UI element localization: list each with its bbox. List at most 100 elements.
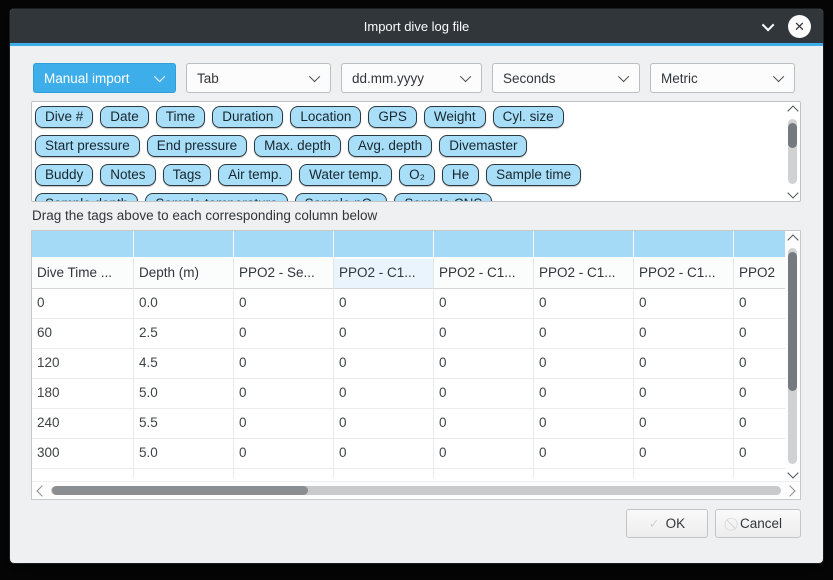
drop-target-cell[interactable]: [334, 231, 434, 259]
tag-sample-depth[interactable]: Sample depth: [35, 193, 138, 202]
tagbox-vertical-scrollbar[interactable]: [785, 102, 800, 201]
table-cell: 0: [434, 379, 534, 409]
table-cell: 0: [234, 439, 334, 469]
drop-target-cell[interactable]: [434, 231, 534, 259]
combo-label: Metric: [661, 71, 698, 86]
drop-target-cell[interactable]: [134, 231, 234, 259]
table-cell: 0: [634, 289, 734, 319]
table-row: 1204.5000000: [32, 349, 785, 379]
table-cell: 0: [32, 289, 134, 319]
table-cell: 0.0: [134, 289, 234, 319]
table-cell: 0: [334, 349, 434, 379]
column-header-2[interactable]: PPO2 - Se...: [234, 259, 334, 289]
drop-target-cell[interactable]: [32, 231, 134, 259]
scroll-left-icon[interactable]: [36, 485, 47, 496]
tag-he[interactable]: He: [442, 164, 479, 186]
drop-target-cell[interactable]: [634, 231, 734, 259]
h-scroll-track[interactable]: [51, 486, 781, 495]
tag-o₂[interactable]: O₂: [399, 164, 435, 186]
table-cell: 0: [334, 379, 434, 409]
tag-tags[interactable]: Tags: [163, 164, 212, 186]
table-cell: 0: [534, 349, 634, 379]
titlebar[interactable]: Import dive log file ✕: [10, 9, 823, 43]
tag-water-temp-[interactable]: Water temp.: [299, 164, 392, 186]
tagbox-scroll-track[interactable]: [788, 119, 797, 184]
tagbox-scroll-thumb[interactable]: [788, 123, 797, 148]
tag-weight[interactable]: Weight: [424, 106, 486, 128]
column-header-0[interactable]: Dive Time ...: [32, 259, 134, 289]
column-header-7[interactable]: PPO2: [734, 259, 785, 289]
table-cell: 5.5: [134, 409, 234, 439]
combo-tab[interactable]: Tab: [186, 63, 331, 93]
drop-target-cell[interactable]: [234, 231, 334, 259]
tag-buddy[interactable]: Buddy: [35, 164, 93, 186]
table-cell: 2.5: [134, 319, 234, 349]
tag-location[interactable]: Location: [290, 106, 361, 128]
table-cell: 120: [32, 349, 134, 379]
drop-target-cell[interactable]: [534, 231, 634, 259]
ok-button[interactable]: ✓ OK: [626, 509, 708, 538]
table-cell: 0: [734, 379, 785, 409]
tag-sample-temperature[interactable]: Sample temperature: [145, 193, 287, 202]
combo-seconds[interactable]: Seconds: [492, 63, 640, 93]
tag-date[interactable]: Date: [100, 106, 149, 128]
check-icon: ✓: [649, 516, 660, 532]
combo-dd-mm-yyyy[interactable]: dd.mm.yyyy: [341, 63, 482, 93]
combo-label: Manual import: [44, 71, 130, 86]
chevron-down-icon[interactable]: [762, 18, 775, 31]
h-scroll-thumb[interactable]: [52, 486, 308, 495]
tag-notes[interactable]: Notes: [100, 164, 155, 186]
combo-metric[interactable]: Metric: [650, 63, 795, 93]
table-cell: 0: [634, 319, 734, 349]
column-header-6[interactable]: PPO2 - C1...: [634, 259, 734, 289]
table-scroll-track[interactable]: [788, 248, 797, 464]
tag-row: Sample depth Sample temperature Sample pO₂…: [35, 193, 783, 202]
tag-max-depth[interactable]: Max. depth: [254, 135, 341, 157]
tag-cyl-size[interactable]: Cyl. size: [493, 106, 564, 128]
tag-dive-[interactable]: Dive #: [35, 106, 93, 128]
tag-air-temp-[interactable]: Air temp.: [218, 164, 292, 186]
table-scroll-thumb[interactable]: [788, 252, 797, 390]
column-header-3[interactable]: PPO2 - C1...: [334, 259, 434, 289]
table-cell: 0: [534, 409, 634, 439]
table-cell: 180: [32, 379, 134, 409]
table-cell: 0: [434, 289, 534, 319]
tag-sample-po₂[interactable]: Sample pO₂: [295, 193, 388, 202]
tag-list-box: Dive # Date Time Duration Location GPS Weight C…: [31, 101, 801, 202]
close-button[interactable]: ✕: [788, 15, 811, 38]
column-header-4[interactable]: PPO2 - C1...: [434, 259, 534, 289]
tag-row: Start pressure End pressure Max. depth Avg.…: [35, 135, 783, 157]
tag-time[interactable]: Time: [156, 106, 206, 128]
column-header-1[interactable]: Depth (m): [134, 259, 234, 289]
table-cell: 0: [734, 439, 785, 469]
cancel-button[interactable]: ⃠ Cancel: [715, 509, 801, 538]
table-cell: [234, 469, 334, 478]
tag-start-pressure[interactable]: Start pressure: [35, 135, 140, 157]
tag-row: Dive # Date Time Duration Location GPS Weight C…: [35, 106, 783, 128]
tag-end-pressure[interactable]: End pressure: [147, 135, 247, 157]
table-cell: 0: [234, 289, 334, 319]
tag-duration[interactable]: Duration: [212, 106, 283, 128]
scroll-up-icon[interactable]: [787, 234, 798, 245]
drag-tags-instruction: Drag the tags above to each correspondin…: [32, 208, 377, 223]
tag-gps[interactable]: GPS: [368, 106, 417, 128]
scroll-right-icon[interactable]: [784, 485, 795, 496]
drop-target-cell[interactable]: [734, 231, 785, 259]
tag-avg-depth[interactable]: Avg. depth: [348, 135, 432, 157]
scroll-down-icon[interactable]: [787, 467, 798, 478]
scroll-up-icon[interactable]: [787, 105, 798, 116]
table-cell: 0: [334, 439, 434, 469]
tag-divemaster[interactable]: Divemaster: [439, 135, 527, 157]
table-cell: 0: [534, 379, 634, 409]
table-horizontal-scrollbar[interactable]: [32, 481, 800, 499]
table-cell: 0: [434, 439, 534, 469]
table-vertical-scrollbar[interactable]: [785, 231, 800, 481]
combo-manual-import[interactable]: Manual import: [33, 63, 176, 93]
column-header-5[interactable]: PPO2 - C1...: [534, 259, 634, 289]
table-row: 00.0000000: [32, 289, 785, 319]
tag-sample-time[interactable]: Sample time: [486, 164, 581, 186]
window-title: Import dive log file: [364, 19, 470, 34]
tag-sample-cns[interactable]: Sample CNS: [394, 193, 492, 202]
scroll-down-icon[interactable]: [787, 187, 798, 198]
table-cell: 0: [634, 409, 734, 439]
